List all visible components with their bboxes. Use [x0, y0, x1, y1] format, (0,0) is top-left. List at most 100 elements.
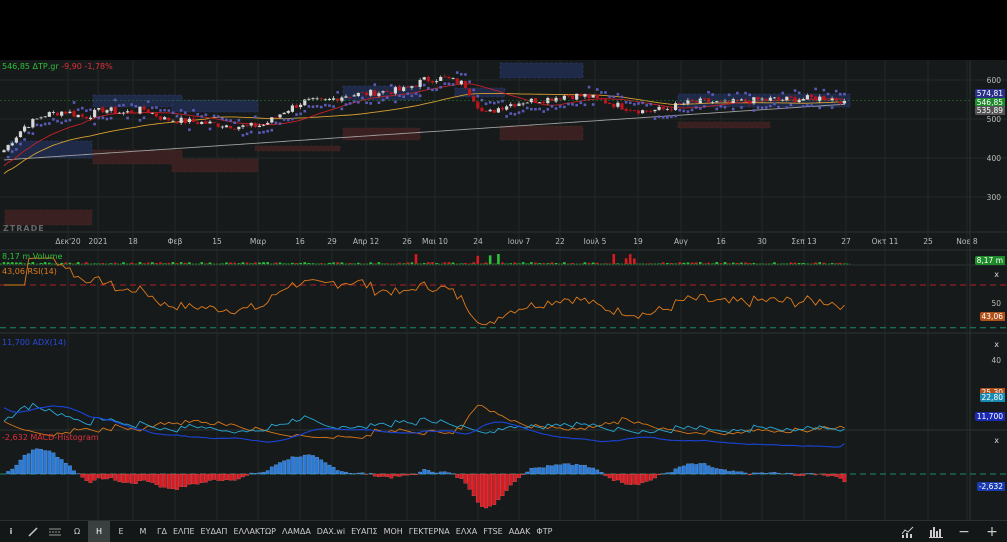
- macd-histogram-bar: [427, 470, 430, 474]
- macd-histogram-bar: [752, 473, 755, 474]
- volume-bar: [666, 263, 669, 264]
- macd-histogram-bar: [179, 474, 182, 487]
- candle-body: [377, 93, 380, 96]
- indicators-icon[interactable]: [925, 521, 947, 542]
- candle-body: [56, 113, 59, 116]
- support-resistance-zone: [172, 159, 258, 172]
- candle-body: [307, 99, 310, 100]
- volume-bar: [233, 263, 236, 264]
- sar-dot: [192, 109, 195, 112]
- sar-dot: [238, 119, 241, 122]
- candle-body: [831, 99, 834, 101]
- sar-dot: [555, 107, 558, 110]
- candle-body: [682, 104, 685, 105]
- zoom-in-icon[interactable]: +: [981, 521, 1003, 542]
- candle-body: [641, 110, 644, 113]
- candle-body: [493, 110, 496, 113]
- volume-bar: [312, 263, 315, 264]
- macd-histogram-bar: [744, 473, 747, 474]
- macd-histogram-bar: [468, 474, 471, 489]
- symbol-shortcut-button[interactable]: ΕΥΑΠΣ: [348, 521, 380, 542]
- symbol-shortcut-button[interactable]: ΓΕΚΤΕΡΝΑ: [406, 521, 453, 542]
- candle-body: [728, 101, 731, 103]
- candle-body: [381, 91, 384, 92]
- volume-bar: [320, 263, 323, 264]
- candle-body: [497, 108, 500, 112]
- sar-dot: [89, 108, 92, 111]
- period-button[interactable]: Ω: [66, 521, 88, 542]
- volume-bar: [720, 263, 723, 264]
- candle-body: [563, 96, 566, 100]
- symbol-shortcut-button[interactable]: DAX.wi: [314, 521, 348, 542]
- candle-body: [291, 105, 294, 111]
- candle-body: [134, 113, 137, 114]
- sar-dot: [225, 119, 228, 122]
- macd-histogram-bar: [93, 474, 96, 480]
- symbol-shortcut-button[interactable]: ΛΑΜΔΑ: [279, 521, 314, 542]
- layers-icon[interactable]: [44, 521, 66, 542]
- macd-histogram-bar: [27, 454, 30, 474]
- candle-body: [435, 81, 438, 82]
- draw-line-icon[interactable]: [22, 521, 44, 542]
- sar-dot: [827, 93, 830, 96]
- macd-histogram-bar: [217, 474, 220, 481]
- sar-dot: [431, 89, 434, 92]
- macd-histogram-bar: [122, 474, 125, 483]
- time-axis-label: 27: [841, 237, 851, 246]
- candle-body: [468, 89, 471, 96]
- period-button[interactable]: Ε: [110, 521, 132, 542]
- support-resistance-zone: [5, 210, 92, 225]
- symbol-shortcut-button[interactable]: ΕΥΔΑΠ: [198, 521, 231, 542]
- zoom-out-icon[interactable]: −: [953, 521, 975, 542]
- period-button[interactable]: Μ: [132, 521, 154, 542]
- candle-body: [229, 126, 232, 128]
- candle-body: [295, 105, 298, 108]
- info-icon[interactable]: i: [0, 521, 22, 542]
- period-button[interactable]: Η: [88, 521, 110, 542]
- sar-dot: [44, 123, 47, 126]
- macd-histogram-bar: [732, 471, 735, 474]
- volume-bar: [69, 263, 72, 264]
- sar-dot: [110, 117, 113, 120]
- symbol-shortcut-button[interactable]: ΜΟΗ: [381, 521, 406, 542]
- sar-dot: [11, 150, 14, 153]
- macd-histogram-bar: [707, 466, 710, 474]
- candle-body: [752, 97, 755, 103]
- symbol-shortcut-button[interactable]: ΕΛΛΑΚΤΩΡ: [230, 521, 279, 542]
- candle-body: [81, 115, 84, 117]
- macd-histogram-bar: [456, 474, 459, 478]
- candle-body: [64, 112, 67, 114]
- volume-bar: [295, 263, 298, 264]
- sar-dot: [217, 115, 220, 118]
- candle-body: [151, 113, 154, 114]
- sar-dot: [481, 99, 484, 102]
- sar-dot: [411, 95, 414, 98]
- candle-body: [443, 76, 446, 77]
- sar-dot: [518, 111, 521, 114]
- macd-close-icon[interactable]: x: [994, 436, 999, 445]
- adx-close-icon[interactable]: x: [994, 340, 999, 349]
- volume-bar: [748, 263, 751, 264]
- symbol-shortcut-button[interactable]: ΓΔ: [154, 521, 170, 542]
- symbol-shortcut-button[interactable]: ΦΤΡ: [533, 521, 555, 542]
- time-axis-label: Δεκ'20: [55, 237, 80, 246]
- adx-badge: 11,700: [975, 412, 1005, 421]
- symbol-shortcut-button[interactable]: ΑΔΑΚ: [506, 521, 534, 542]
- candle-body: [715, 101, 718, 102]
- symbol-shortcut-button[interactable]: FTSE: [480, 521, 505, 542]
- chart-canvas[interactable]: [0, 60, 1007, 520]
- symbol-shortcut-button[interactable]: ΕΛΧΑ: [453, 521, 480, 542]
- macd-histogram-bar: [530, 468, 533, 474]
- volume-bar: [303, 262, 306, 264]
- chart-area[interactable]: 546,85 ΔΤΡ.gr -9,90 -1,78% ZTRADE Δεκ'20…: [0, 60, 1007, 520]
- sar-dot: [402, 95, 405, 98]
- volume-bar: [398, 263, 401, 264]
- symbol-name: ΔΤΡ.gr: [33, 62, 59, 71]
- volume-bar: [176, 263, 179, 264]
- candle-body: [711, 102, 714, 103]
- chart-type-icon[interactable]: [897, 521, 919, 542]
- rsi-close-icon[interactable]: x: [994, 270, 999, 279]
- symbol-shortcut-button[interactable]: ΕΛΠΕ: [170, 521, 198, 542]
- macd-histogram-bar: [324, 463, 327, 474]
- sar-dot: [444, 82, 447, 85]
